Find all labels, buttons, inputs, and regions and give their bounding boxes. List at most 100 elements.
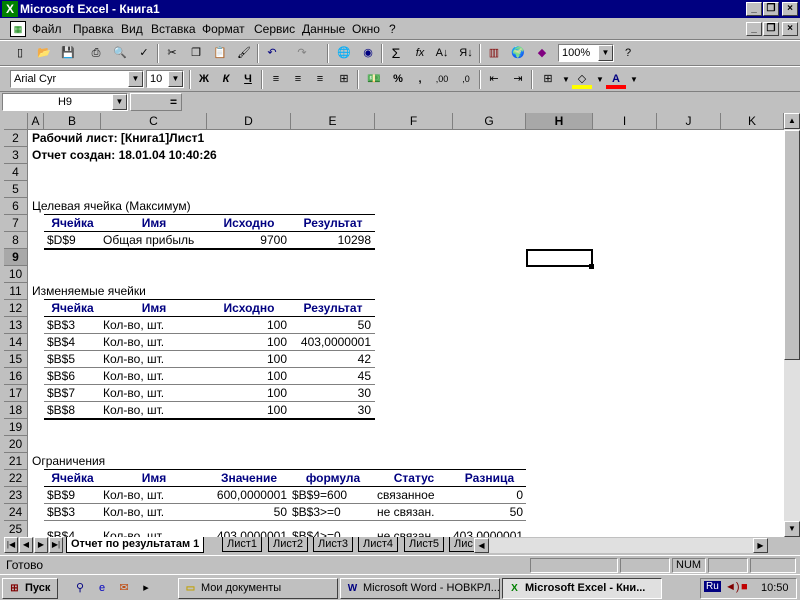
scroll-down-icon[interactable]: ▼ xyxy=(784,521,800,537)
active-cell[interactable] xyxy=(526,249,593,267)
formula-equals[interactable]: = xyxy=(170,95,177,109)
worksheet-grid[interactable]: A B C D E F G H I J K 2 3 4 5 6 7 8 9 10… xyxy=(4,113,784,537)
row-header[interactable]: 13 xyxy=(4,317,28,334)
sort-descending-icon[interactable]: Я↓ xyxy=(456,44,476,63)
percent-icon[interactable]: % xyxy=(388,70,408,89)
row-header[interactable]: 14 xyxy=(4,334,28,351)
last-sheet-icon[interactable]: ▶| xyxy=(49,537,63,553)
taskbar-my-documents[interactable]: ▭ Мои документы xyxy=(178,578,338,599)
menu-tools[interactable]: Сервис xyxy=(254,22,295,36)
row-header[interactable]: 24 xyxy=(4,504,28,521)
align-left-icon[interactable]: ≡ xyxy=(266,70,286,89)
tray-app-icon[interactable]: ■ xyxy=(741,581,748,593)
volume-icon[interactable]: ◄) xyxy=(725,581,740,593)
tab-report-results[interactable]: Отчет по результатам 1 xyxy=(66,537,205,553)
office-assistant-icon[interactable]: ? xyxy=(618,44,638,63)
prev-sheet-icon[interactable]: ◀ xyxy=(19,537,33,553)
row-header[interactable]: 4 xyxy=(4,164,28,181)
align-right-icon[interactable]: ≡ xyxy=(310,70,330,89)
web-toolbar-icon[interactable]: ◉ xyxy=(358,44,378,63)
taskbar-excel[interactable]: X Microsoft Excel - Кни... xyxy=(502,578,662,599)
borders-icon[interactable]: ⊞ xyxy=(538,70,558,89)
merge-center-icon[interactable]: ⊞ xyxy=(334,70,354,89)
autosum-icon[interactable]: Σ xyxy=(386,44,406,63)
column-header[interactable]: D xyxy=(207,113,291,130)
outlook-express-icon[interactable]: ✉ xyxy=(114,579,134,598)
menu-data[interactable]: Данные xyxy=(302,22,345,36)
scroll-thumb[interactable] xyxy=(784,130,800,360)
start-button[interactable]: ⊞ Пуск xyxy=(2,578,58,599)
undo-icon[interactable]: ↶ xyxy=(262,44,282,63)
open-icon[interactable]: 📂 xyxy=(34,44,54,63)
row-header[interactable]: 2 xyxy=(4,130,28,147)
column-header[interactable]: G xyxy=(453,113,526,130)
show-desktop-icon[interactable]: ⚲ xyxy=(70,579,90,598)
menu-view[interactable]: Вид xyxy=(121,22,143,36)
row-header[interactable]: 19 xyxy=(4,419,28,436)
select-all-corner[interactable] xyxy=(4,113,28,130)
row-header[interactable]: 15 xyxy=(4,351,28,368)
horizontal-scrollbar[interactable]: ◀ ▶ xyxy=(474,538,768,553)
spelling-icon[interactable]: ✓ xyxy=(134,44,154,63)
column-header[interactable]: J xyxy=(657,113,721,130)
chevron-down-icon[interactable]: ▼ xyxy=(128,71,143,87)
print-icon[interactable]: ⎙ xyxy=(86,44,106,63)
align-center-icon[interactable]: ≡ xyxy=(288,70,308,89)
row-header-active[interactable]: 9 xyxy=(4,249,28,266)
redo-icon[interactable]: ↷ xyxy=(292,44,312,63)
menu-help[interactable]: ? xyxy=(389,22,396,36)
zoom-combo[interactable]: 100% ▼ xyxy=(558,44,614,62)
tab-sheet4[interactable]: Лист4 xyxy=(358,537,399,552)
column-header[interactable]: K xyxy=(721,113,784,130)
row-header[interactable]: 3 xyxy=(4,147,28,164)
chevron-down-icon[interactable]: ▼ xyxy=(624,70,644,89)
fill-color-icon[interactable]: ◇ xyxy=(572,70,592,89)
chevron-down-icon[interactable]: ▼ xyxy=(168,71,183,87)
copy-icon[interactable]: ❐ xyxy=(186,44,206,63)
paste-icon[interactable]: 📋 xyxy=(210,44,230,63)
column-header[interactable]: F xyxy=(375,113,453,130)
menu-edit[interactable]: Правка xyxy=(73,22,114,36)
taskbar-word[interactable]: W Microsoft Word - НОВКРЛ... xyxy=(340,578,500,599)
row-header[interactable]: 12 xyxy=(4,300,28,317)
row-header[interactable]: 8 xyxy=(4,232,28,249)
column-header[interactable]: E xyxy=(291,113,375,130)
excel-app-icon[interactable]: X xyxy=(2,1,18,17)
cut-icon[interactable]: ✂ xyxy=(162,44,182,63)
increase-indent-icon[interactable]: ⇥ xyxy=(508,70,528,89)
row-header[interactable]: 18 xyxy=(4,402,28,419)
hyperlink-icon[interactable]: 🌐 xyxy=(334,44,354,63)
scroll-left-icon[interactable]: ◀ xyxy=(474,538,489,553)
scroll-up-icon[interactable]: ▲ xyxy=(784,113,800,129)
sort-ascending-icon[interactable]: A↓ xyxy=(432,44,452,63)
column-header-active[interactable]: H xyxy=(526,113,593,130)
menu-format[interactable]: Формат xyxy=(202,22,245,36)
row-header[interactable]: 17 xyxy=(4,385,28,402)
tab-sheet5[interactable]: Лист5 xyxy=(404,537,445,552)
menu-window[interactable]: Окно xyxy=(352,22,380,36)
minimize-button[interactable]: _ xyxy=(746,2,762,16)
row-header[interactable]: 10 xyxy=(4,266,28,283)
print-preview-icon[interactable]: 🔍 xyxy=(110,44,130,63)
row-header[interactable]: 20 xyxy=(4,436,28,453)
italic-button[interactable]: К xyxy=(216,70,236,89)
row-header[interactable]: 7 xyxy=(4,215,28,232)
language-indicator[interactable]: Ru xyxy=(704,581,721,592)
chart-wizard-icon[interactable]: ▥ xyxy=(484,44,504,63)
tab-sheet-partial[interactable]: Лис xyxy=(449,537,477,552)
doc-close-button[interactable]: × xyxy=(782,22,798,36)
workbook-icon[interactable]: ▦ xyxy=(10,21,26,37)
doc-minimize-button[interactable]: _ xyxy=(746,22,762,36)
font-color-icon[interactable]: A xyxy=(606,70,626,89)
internet-explorer-icon[interactable]: e xyxy=(92,579,112,598)
next-sheet-icon[interactable]: ▶ xyxy=(34,537,48,553)
underline-button[interactable]: Ч xyxy=(238,70,258,89)
row-header[interactable]: 5 xyxy=(4,181,28,198)
row-header[interactable]: 16 xyxy=(4,368,28,385)
row-header[interactable]: 6 xyxy=(4,198,28,215)
column-header[interactable]: B xyxy=(44,113,101,130)
row-header[interactable]: 11 xyxy=(4,283,28,300)
bold-button[interactable]: Ж xyxy=(194,70,214,89)
currency-icon[interactable]: 💵 xyxy=(364,70,384,89)
close-button[interactable]: × xyxy=(782,2,798,16)
